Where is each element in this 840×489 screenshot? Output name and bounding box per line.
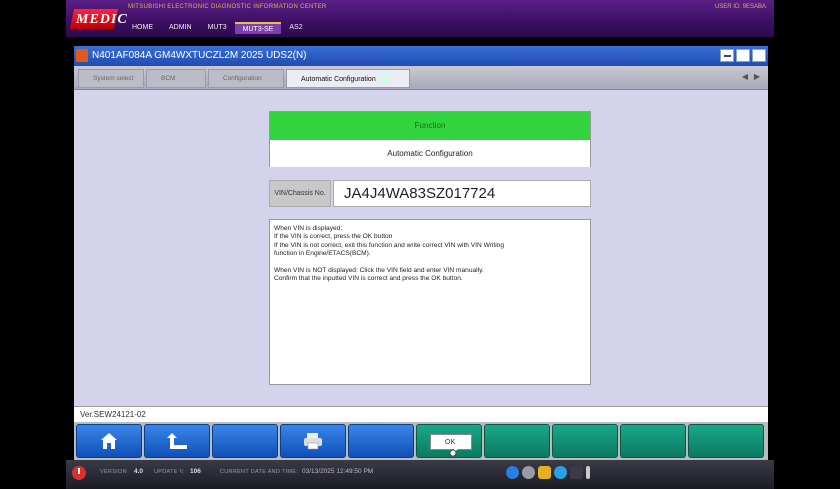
toolbar-button-3[interactable] <box>212 424 278 458</box>
vin-label: VIN/Chassis No. <box>269 180 331 207</box>
instruction-line: function in Engine/ETACS(BCM). <box>274 250 371 258</box>
folder-icon[interactable] <box>538 466 551 479</box>
function-name: Automatic Configuration <box>270 140 590 167</box>
network-icon[interactable] <box>570 466 583 479</box>
tab-scroll-left-icon[interactable]: ◀ <box>742 72 748 81</box>
tab-automatic-configuration[interactable]: Automatic Configuration <box>286 69 410 88</box>
window-title-bar: N401AF084A GM4WXTUCZL2M 2025 UDS2(N) <box>74 46 768 66</box>
taskbar: VERSION 4.0 UPDATE V. 106 CURRENT DATE A… <box>66 460 774 489</box>
toolbar-button-5[interactable] <box>348 424 414 458</box>
bottom-toolbar: OK <box>74 422 768 460</box>
power-icon[interactable] <box>72 466 86 480</box>
home-button[interactable] <box>76 424 142 458</box>
datetime-label: CURRENT DATE AND TIME: <box>220 469 299 475</box>
tab-configuration[interactable]: Configuration <box>208 69 284 88</box>
instruction-line: If the VIN is not correct, exit this fun… <box>274 241 505 249</box>
instruction-line: When VIN is displayed: <box>274 225 343 232</box>
window-title: N401AF084A GM4WXTUCZL2M 2025 UDS2(N) <box>92 50 307 61</box>
instruction-line: Confirm that the inputted VIN is correct… <box>274 275 463 283</box>
settings-icon[interactable] <box>522 466 535 479</box>
nav-as2[interactable]: AS2 <box>281 22 310 34</box>
logo-text: MEDIC <box>76 12 128 27</box>
cursor-icon <box>449 435 472 457</box>
main-content: Function Automatic Configuration VIN/Cha… <box>74 90 768 406</box>
instruction-line: If the VIN is correct, press the OK butt… <box>274 233 393 241</box>
toolbar-button-7[interactable] <box>484 424 550 458</box>
user-id: USER ID: 9ESABA <box>714 4 766 10</box>
update-value: 106 <box>190 468 201 475</box>
volume-icon[interactable] <box>554 466 567 479</box>
battery-icon <box>586 466 590 479</box>
tab-scroll-right-icon[interactable]: ▶ <box>754 72 760 81</box>
function-box: Function Automatic Configuration <box>269 111 591 167</box>
diagnostic-screen: MEDIC MITSUBISHI ELECTRONIC DIAGNOSTIC I… <box>66 0 774 489</box>
instruction-line: When VIN is NOT displayed: Click the VIN… <box>274 266 484 274</box>
printer-icon <box>304 433 322 450</box>
toolbar-button-8[interactable] <box>552 424 618 458</box>
medic-logo: MEDIC <box>69 3 127 35</box>
home-icon <box>101 433 117 449</box>
top-nav: HOME ADMIN MUT3 MUT3-SE AS2 <box>124 22 311 34</box>
version-label: VERSION <box>100 469 127 475</box>
tabs-bar: System select BCM Configuration Automati… <box>74 66 768 90</box>
nav-mut3-se[interactable]: MUT3-SE <box>234 22 282 34</box>
maximize-button[interactable] <box>736 49 750 62</box>
nav-mut3[interactable]: MUT3 <box>200 22 235 34</box>
close-button[interactable] <box>752 49 766 62</box>
tab-close-icon[interactable] <box>379 75 388 83</box>
vin-field[interactable]: JA4J4WA83SZ017724 <box>333 180 591 207</box>
datetime-value: 03/13/2025 12:49:50 PM <box>302 468 374 475</box>
update-label: UPDATE V. <box>154 469 185 475</box>
ok-button[interactable]: OK <box>416 424 482 458</box>
app-subtitle: MITSUBISHI ELECTRONIC DIAGNOSTIC INFORMA… <box>128 4 327 10</box>
print-button[interactable] <box>280 424 346 458</box>
app-header: MEDIC MITSUBISHI ELECTRONIC DIAGNOSTIC I… <box>66 0 774 37</box>
tab-bcm[interactable]: BCM <box>146 69 206 88</box>
back-arrow-icon <box>167 433 187 449</box>
help-icon[interactable] <box>506 466 519 479</box>
back-button[interactable] <box>144 424 210 458</box>
instructions-box: When VIN is displayed: If the VIN is cor… <box>269 219 591 385</box>
version-value: 4.0 <box>134 468 144 475</box>
version-bar: Ver.SEW24121-02 <box>74 406 768 422</box>
app-icon <box>76 49 88 62</box>
toolbar-button-10[interactable] <box>688 424 764 458</box>
nav-home[interactable]: HOME <box>124 22 161 34</box>
function-header: Function <box>270 112 590 140</box>
nav-admin[interactable]: ADMIN <box>161 22 200 34</box>
toolbar-button-9[interactable] <box>620 424 686 458</box>
minimize-button[interactable] <box>720 49 734 62</box>
tab-system-select[interactable]: System select <box>78 69 144 88</box>
